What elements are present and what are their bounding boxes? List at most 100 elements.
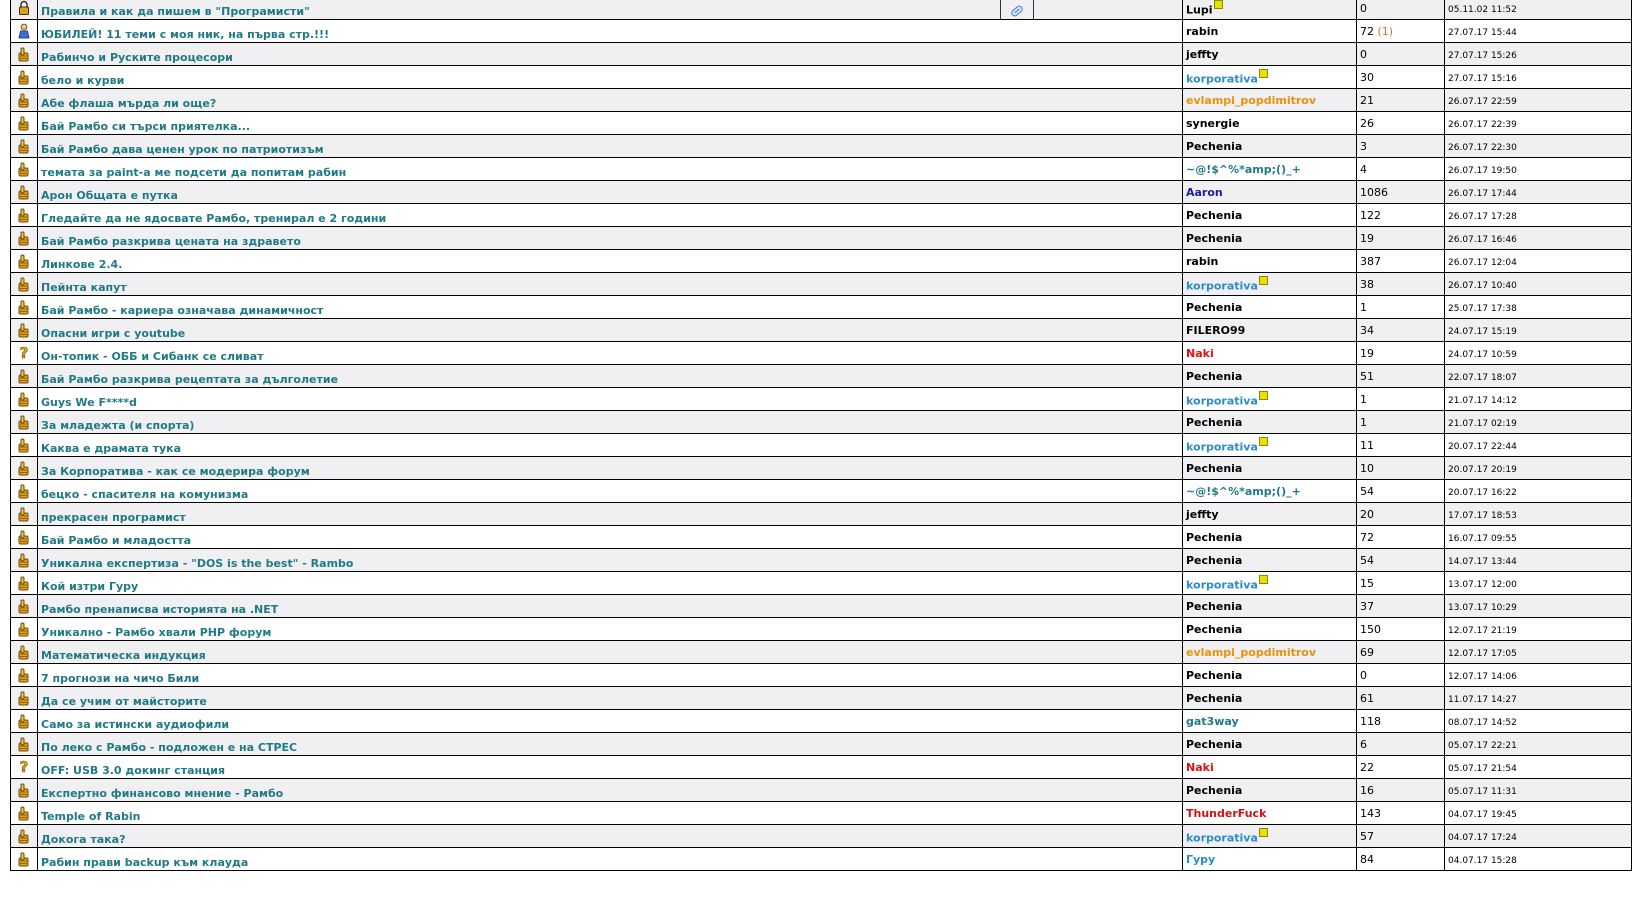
topic-title-link[interactable]: Експертно финансово мнение - Рамбо: [41, 787, 283, 800]
author-link[interactable]: Pechenia: [1186, 232, 1242, 245]
topic-title-link[interactable]: темата за paint-а ме подсети да попитам …: [41, 166, 346, 179]
topic-title-link[interactable]: Линкове 2.4.: [41, 258, 122, 271]
thumb-icon: [12, 115, 37, 131]
topic-title-link[interactable]: Математическа индукция: [41, 649, 206, 662]
topic-title-link[interactable]: Бай Рамбо разкрива цената на здравето: [41, 235, 301, 248]
topic-title-cell: 7 прогнози на чичо Били: [37, 663, 1183, 687]
author-link[interactable]: ~@!$^%*amp;()_+: [1186, 163, 1301, 176]
topic-title-link[interactable]: OFF: USB 3.0 докинг станция: [41, 764, 225, 777]
topic-title-link[interactable]: За Корпоратива - как се модерира форум: [41, 465, 310, 478]
author-link[interactable]: evlampi_popdimitrov: [1186, 646, 1316, 659]
author-link[interactable]: korporativa: [1186, 440, 1258, 453]
author-link[interactable]: Pechenia: [1186, 554, 1242, 567]
topic-title-link[interactable]: Уникално - Рамбо хвали PHP форум: [41, 626, 271, 639]
topic-date-cell: 27.07.17 15:44: [1444, 19, 1632, 43]
topic-replies-cell: 72 (1): [1356, 19, 1445, 43]
topic-title-link[interactable]: Кой изтри Гуру: [41, 580, 138, 593]
topic-title-link[interactable]: Рабин прави backup към клауда: [41, 856, 248, 869]
author-link[interactable]: Pechenia: [1186, 301, 1242, 314]
topic-replies-cell: 1: [1356, 387, 1445, 411]
author-link[interactable]: jeffty: [1186, 508, 1219, 521]
topic-title-link[interactable]: Temple of Rabin: [41, 810, 140, 823]
author-link[interactable]: korporativa: [1186, 72, 1258, 85]
topic-row: За Корпоратива - как се модерира форум Pe…: [10, 456, 1632, 480]
topic-title-cell: Абе флаша мърда ли още?: [37, 88, 1183, 112]
author-link[interactable]: Lupi: [1186, 3, 1213, 16]
topic-title-link[interactable]: По леко с Рамбо - подложен е на СТРЕС: [41, 741, 297, 754]
last-post-date: 05.07.17 11:31: [1448, 786, 1517, 797]
topic-title-link[interactable]: Бай Рамбо - кариера означава динамичност: [41, 304, 323, 317]
author-link[interactable]: korporativa: [1186, 578, 1258, 591]
topic-title-link[interactable]: Гледайте да не ядосвате Рамбо, тренирал …: [41, 212, 386, 225]
topic-title-link[interactable]: Он-топик - ОББ и Сибанк се сливат: [41, 350, 264, 363]
topic-title-link[interactable]: Уникална експертиза - "DOS is the best" …: [41, 557, 353, 570]
topic-date-cell: 04.07.17 17:24: [1444, 824, 1632, 848]
topic-title-link[interactable]: бело и курви: [41, 74, 124, 87]
topic-title-link[interactable]: Бай Рамбо дава ценен урок по патриотизъм: [41, 143, 324, 156]
author-link[interactable]: gat3way: [1186, 715, 1239, 728]
author-link[interactable]: korporativa: [1186, 831, 1258, 844]
author-link[interactable]: Pechenia: [1186, 738, 1242, 751]
author-link[interactable]: synergie: [1186, 117, 1240, 130]
topic-title-link[interactable]: Каква е драмата тука: [41, 442, 181, 455]
author-link[interactable]: Pechenia: [1186, 784, 1242, 797]
topic-title-link[interactable]: прекрасен програмист: [41, 511, 186, 524]
author-link[interactable]: jeffty: [1186, 48, 1219, 61]
topic-title-link[interactable]: Пейнта капут: [41, 281, 127, 294]
author-link[interactable]: Pechenia: [1186, 140, 1242, 153]
author-link[interactable]: FILERO99: [1186, 324, 1245, 337]
author-link[interactable]: Pechenia: [1186, 692, 1242, 705]
topic-title-link[interactable]: Бай Рамбо си търси приятелка...: [41, 120, 250, 133]
author-link[interactable]: evlampi_popdimitrov: [1186, 94, 1316, 107]
author-link[interactable]: rabin: [1186, 255, 1218, 268]
topic-author-cell: Pechenia: [1182, 134, 1357, 158]
author-link[interactable]: Naki: [1186, 347, 1214, 360]
topic-title-link[interactable]: Да се учим от майсторите: [41, 695, 207, 708]
topic-author-cell: korporativa: [1182, 272, 1357, 296]
topic-row: Докога така? korporativa 57 04.07.17 17:24: [10, 824, 1632, 848]
topic-title-link[interactable]: Докога така?: [41, 833, 125, 846]
topic-title-link[interactable]: 7 прогнози на чичо Били: [41, 672, 199, 685]
topic-title-link[interactable]: За младежта (и спорта): [41, 419, 194, 432]
topic-title-link[interactable]: бецко - спасителя на комунизма: [41, 488, 248, 501]
topic-title-link[interactable]: Рабинчо и Руските процесори: [41, 51, 233, 64]
author-link[interactable]: Pechenia: [1186, 531, 1242, 544]
topic-title-link[interactable]: Опасни игри с youtube: [41, 327, 185, 340]
author-link[interactable]: korporativa: [1186, 279, 1258, 292]
topic-author-cell: korporativa: [1182, 433, 1357, 457]
topic-title-link[interactable]: Бай Рамбо разкрива рецептата за дълголет…: [41, 373, 338, 386]
topic-title-link[interactable]: Абе флаша мърда ли още?: [41, 97, 216, 110]
author-link[interactable]: Гуру: [1186, 853, 1215, 866]
topic-title-link[interactable]: Guys We F****d: [41, 396, 137, 409]
topic-title-link[interactable]: Арон Общата е путка: [41, 189, 178, 202]
attachment-icon[interactable]: [1000, 0, 1034, 19]
topic-row: ? Он-топик - ОББ и Сибанк се сливат Naki 19…: [10, 341, 1632, 365]
topic-replies-cell: 122: [1356, 203, 1445, 227]
author-link[interactable]: Pechenia: [1186, 462, 1242, 475]
author-link[interactable]: ~@!$^%*amp;()_+: [1186, 485, 1301, 498]
author-link[interactable]: rabin: [1186, 25, 1218, 38]
topic-status-cell: [10, 88, 38, 112]
reply-count: 1086: [1360, 185, 1388, 199]
author-link[interactable]: Pechenia: [1186, 600, 1242, 613]
topic-row: Бай Рамбо разкрива цената на здравето Pec…: [10, 226, 1632, 250]
topic-title-link[interactable]: Бай Рамбо и младостта: [41, 534, 191, 547]
author-link[interactable]: Naki: [1186, 761, 1214, 774]
author-link[interactable]: Pechenia: [1186, 416, 1242, 429]
author-link[interactable]: Aaron: [1186, 186, 1223, 199]
author-link[interactable]: Pechenia: [1186, 623, 1242, 636]
topic-title-link[interactable]: Само за истински аудиофили: [41, 718, 229, 731]
author-link[interactable]: Pechenia: [1186, 370, 1242, 383]
user-badge-icon: [1258, 275, 1268, 285]
topic-row: бецко - спасителя на комунизма ~@!$^%*amp…: [10, 479, 1632, 503]
topic-title-cell: За Корпоратива - как се модерира форум: [37, 456, 1183, 480]
author-link[interactable]: Pechenia: [1186, 669, 1242, 682]
author-link[interactable]: Pechenia: [1186, 209, 1242, 222]
topic-title-link[interactable]: Рамбо пренаписва историята на .NET: [41, 603, 278, 616]
author-link[interactable]: ThunderFuck: [1186, 807, 1266, 820]
topic-title-link[interactable]: Правила и как да пишем в "Програмисти": [41, 5, 310, 18]
author-link[interactable]: korporativa: [1186, 394, 1258, 407]
topic-date-cell: 26.07.17 22:59: [1444, 88, 1632, 112]
new-replies-link[interactable]: (1): [1378, 25, 1394, 38]
topic-title-link[interactable]: ЮБИЛЕЙ! 11 теми с моя ник, на първа стр.…: [41, 28, 329, 41]
